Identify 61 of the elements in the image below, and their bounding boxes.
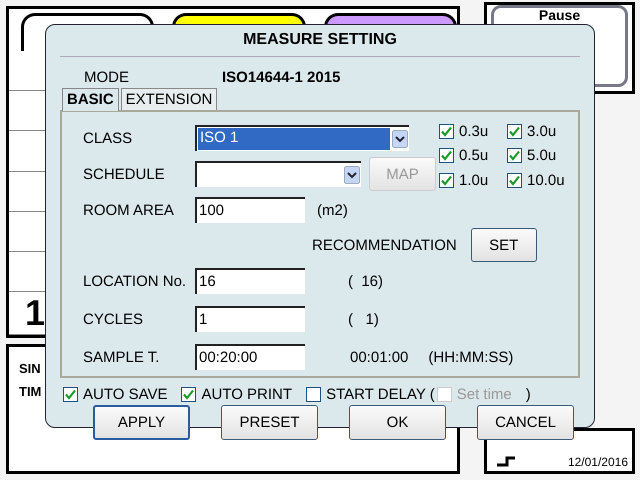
check-icon [509,126,520,137]
checkbox-label: 1.0u [459,172,488,190]
field-label: SCHEDULE [83,166,166,182]
field-label: ROOM AREA [83,202,175,218]
recommended-value: ( 1) [348,310,379,328]
checkbox[interactable] [507,173,522,188]
checkbox-label: AUTO SAVE [83,386,168,403]
number-field[interactable]: 16 [195,268,305,294]
large-digit: 1 [24,292,45,334]
info-label: SIN [19,361,41,376]
dialog-button[interactable]: PRESET [221,405,318,440]
dialog-button[interactable]: APPLY [93,405,190,440]
schedule-dropdown[interactable] [195,161,361,187]
checkbox-label: START DELAY ( [326,386,435,403]
checkbox-label: 0.5u [459,147,488,164]
class-dropdown[interactable]: ISO 1 [195,125,409,151]
check-icon [509,175,520,186]
info-label: TIM [19,384,42,399]
check-icon [441,175,452,186]
checkbox-label: 0.3u [459,122,488,140]
sample-time-field[interactable]: 00:20:00 [195,344,305,370]
recommendation-label: RECOMMENDATION [312,236,457,254]
checkbox[interactable] [507,124,522,139]
check-icon [65,389,76,400]
set-button[interactable]: SET [470,228,537,262]
date-text: 12/01/2016 [568,455,628,469]
check-icon [441,150,452,162]
checkbox[interactable] [507,148,522,164]
checkbox-label: 5.0u [527,147,556,164]
check-icon [509,150,520,162]
checkbox[interactable] [439,124,454,139]
check-icon [183,389,194,400]
field-label: LOCATION No. [83,272,188,290]
pipe-icon [495,455,517,469]
field-label: CLASS [83,130,134,146]
unit-label: (m2) [317,202,348,218]
unit-label: (HH:MM:SS) [428,348,514,366]
field-label: SAMPLE T. [83,348,160,366]
dialog-button[interactable]: OK [349,405,446,440]
checkbox-label: 3.0u [527,122,556,140]
mode-value: ISO14644-1 2015 [222,69,340,86]
checkbox[interactable] [439,148,454,164]
field-label: CYCLES [83,310,144,328]
checkbox[interactable] [439,173,454,188]
checkbox[interactable] [181,387,196,402]
recommended-value: 00:01:00 [350,348,408,366]
tab[interactable]: BASIC [62,88,119,111]
checkbox[interactable] [63,387,78,402]
checkbox-label: AUTO PRINT [201,386,292,403]
room-area-field[interactable]: 100 [195,197,305,223]
checkbox[interactable] [306,387,322,402]
dialog-button[interactable]: CANCEL [477,405,574,440]
tab[interactable]: EXTENSION [120,88,218,110]
recommended-value: ( 16) [348,272,384,290]
checkbox-label: Set time [456,386,512,403]
number-field[interactable]: 1 [195,306,305,332]
check-icon [441,126,452,137]
bracket-text: ) [526,386,531,403]
mode-label: MODE [84,69,130,86]
checkbox-label: 10.0u [527,172,565,190]
dialog-title: MEASURE SETTING [60,25,580,57]
